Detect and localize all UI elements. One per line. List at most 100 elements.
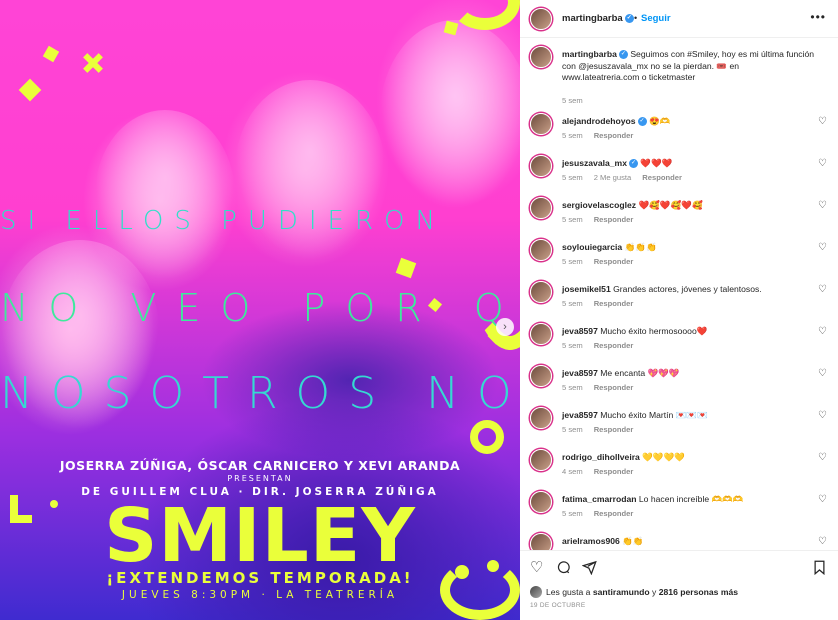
poster-title: SMILEY xyxy=(104,493,416,579)
share-icon[interactable] xyxy=(581,560,597,579)
avatar[interactable] xyxy=(530,46,552,68)
like-comment-heart-icon[interactable]: ♡ xyxy=(818,495,828,505)
confetti-diamond xyxy=(42,45,60,63)
comment-time: 4 sem xyxy=(562,467,583,476)
post-image[interactable]: SI ELLOS PUDIERON NO VEO POR QUÉ NOSOTRO… xyxy=(0,0,520,620)
avatar[interactable] xyxy=(530,197,552,219)
like-comment-heart-icon[interactable]: ♡ xyxy=(818,117,828,127)
comment-body: Lo hacen increíble 🫶🫶🫶 xyxy=(638,494,744,504)
avatar[interactable] xyxy=(530,281,552,303)
follow-button[interactable]: Seguir xyxy=(641,13,671,24)
reply-button[interactable]: Responder xyxy=(594,509,634,518)
comment-username[interactable]: josemikel51 xyxy=(562,284,611,294)
comment-time: 5 sem xyxy=(562,509,583,518)
verified-badge-icon: ✓ xyxy=(637,117,647,127)
bookmark-icon[interactable] xyxy=(813,560,826,579)
likes-user[interactable]: santiramundo xyxy=(593,587,650,597)
likes-summary[interactable]: Les gusta a santiramundo y 2816 personas… xyxy=(546,587,738,597)
avatar[interactable] xyxy=(530,491,552,513)
comment-meta: 5 sem 2 Me gusta Responder xyxy=(562,173,693,182)
heart-icon[interactable]: ♡ xyxy=(530,560,543,576)
comment-username[interactable]: rodrigo_dihollveira xyxy=(562,452,640,462)
carousel-next-icon[interactable]: › xyxy=(496,318,514,336)
poster-schedule: JUEVES 8:30PM · LA TEATRERÍA xyxy=(121,589,399,601)
owner-username-text[interactable]: martingbarba xyxy=(562,13,623,24)
like-comment-heart-icon[interactable]: ♡ xyxy=(818,369,828,379)
poster-line-3: NOSOTROS NO xyxy=(0,368,520,419)
avatar[interactable] xyxy=(530,407,552,429)
avatar[interactable] xyxy=(530,155,552,177)
comment-username[interactable]: arielramos906 xyxy=(562,536,620,546)
comment-text: jeva8597 Me encanta 💖💖💖 xyxy=(562,368,817,380)
comment-username[interactable]: fatima_cmarrodan xyxy=(562,494,637,504)
avatar[interactable] xyxy=(530,323,552,345)
avatar[interactable] xyxy=(530,239,552,261)
reply-button[interactable]: Responder xyxy=(594,383,634,392)
reply-button[interactable]: Responder xyxy=(594,215,634,224)
avatar[interactable] xyxy=(530,113,552,135)
reply-button[interactable]: Responder xyxy=(594,341,634,350)
comment-icon[interactable] xyxy=(556,560,571,579)
reply-button[interactable]: Responder xyxy=(594,425,634,434)
comments-list[interactable]: martingbarba ✓ Seguimos con #Smiley, hoy … xyxy=(520,38,838,550)
reply-button[interactable]: Responder xyxy=(594,467,634,476)
owner-username[interactable]: martingbarba ✓ xyxy=(562,13,634,24)
avatar[interactable] xyxy=(530,533,552,550)
comment-text: soylouiegarcia 👏👏👏 xyxy=(562,242,817,254)
confetti-diamond xyxy=(395,257,417,279)
comment-text: arielramos906 👏👏 xyxy=(562,536,817,548)
like-comment-heart-icon[interactable]: ♡ xyxy=(818,537,828,547)
comment-text: josemikel51 Grandes actores, jóvenes y t… xyxy=(562,284,817,296)
like-comment-heart-icon[interactable]: ♡ xyxy=(818,159,828,169)
avatar[interactable] xyxy=(530,365,552,387)
reply-button[interactable]: Responder xyxy=(594,299,634,308)
caption-meta: 5 sem xyxy=(562,96,594,105)
comment-time: 5 sem xyxy=(562,257,583,266)
reply-button[interactable]: Responder xyxy=(642,173,682,182)
reply-button[interactable]: Responder xyxy=(594,131,634,140)
comment-text: jeva8597 Mucho éxito Martín 💌💌💌 xyxy=(562,410,817,422)
poster-extension-note: ¡EXTENDEMOS TEMPORADA! xyxy=(106,569,414,587)
like-comment-heart-icon[interactable]: ♡ xyxy=(818,201,828,211)
post-date[interactable]: 19 DE OCTUBRE xyxy=(530,602,586,609)
comment-meta: 5 sem Responder xyxy=(562,299,644,308)
comment-body: 👏👏👏 xyxy=(624,242,657,252)
comment-username[interactable]: sergiovelascoglez xyxy=(562,200,636,210)
like-comment-heart-icon[interactable]: ♡ xyxy=(818,327,828,337)
comment-time: 5 sem xyxy=(562,215,583,224)
reply-button[interactable]: Responder xyxy=(594,257,634,266)
comment-text: jesuszavala_mx ✓ ❤️❤️❤️ xyxy=(562,158,817,170)
like-comment-heart-icon[interactable]: ♡ xyxy=(818,243,828,253)
like-comment-heart-icon[interactable]: ♡ xyxy=(818,411,828,421)
comment-body: Grandes actores, jóvenes y talentosos. xyxy=(613,284,762,294)
confetti-ring xyxy=(470,420,504,454)
comment-time: 5 sem xyxy=(562,341,583,350)
caption-username[interactable]: martingbarba xyxy=(562,49,617,59)
comment-time: 5 sem xyxy=(562,131,583,140)
avatar[interactable] xyxy=(530,8,552,30)
comment-likes[interactable]: 2 Me gusta xyxy=(594,173,632,182)
comment-username[interactable]: jeva8597 xyxy=(562,368,598,378)
like-comment-heart-icon[interactable]: ♡ xyxy=(818,453,828,463)
comment-body: ❤️❤️❤️ xyxy=(640,158,673,168)
like-comment-heart-icon[interactable]: ♡ xyxy=(818,285,828,295)
comment-username[interactable]: alejandrodehoyos xyxy=(562,116,636,126)
caption-time: 5 sem xyxy=(562,96,583,105)
comment-body: 😍🫶 xyxy=(648,116,671,126)
more-horizontal-icon[interactable]: ••• xyxy=(810,10,826,24)
avatar[interactable] xyxy=(530,449,552,471)
comment-text: fatima_cmarrodan Lo hacen increíble 🫶🫶🫶 xyxy=(562,494,817,506)
verified-badge-icon: ✓ xyxy=(628,159,638,169)
verified-badge-icon: ✓ xyxy=(618,50,628,60)
comment-username[interactable]: jeva8597 xyxy=(562,326,598,336)
verified-badge-icon: ✓ xyxy=(624,13,634,23)
likes-count[interactable]: 2816 personas más xyxy=(659,587,738,597)
comment-body: Mucho éxito hermosoooo❤️ xyxy=(600,326,708,336)
comment-body: 💛💛💛💛 xyxy=(642,452,686,462)
comment-time: 5 sem xyxy=(562,425,583,434)
comment-username[interactable]: jeva8597 xyxy=(562,410,598,420)
comment-username[interactable]: jesuszavala_mx xyxy=(562,158,627,168)
comment-meta: 5 sem Responder xyxy=(562,341,644,350)
comment-username[interactable]: soylouiegarcia xyxy=(562,242,622,252)
avatar[interactable] xyxy=(530,586,542,598)
